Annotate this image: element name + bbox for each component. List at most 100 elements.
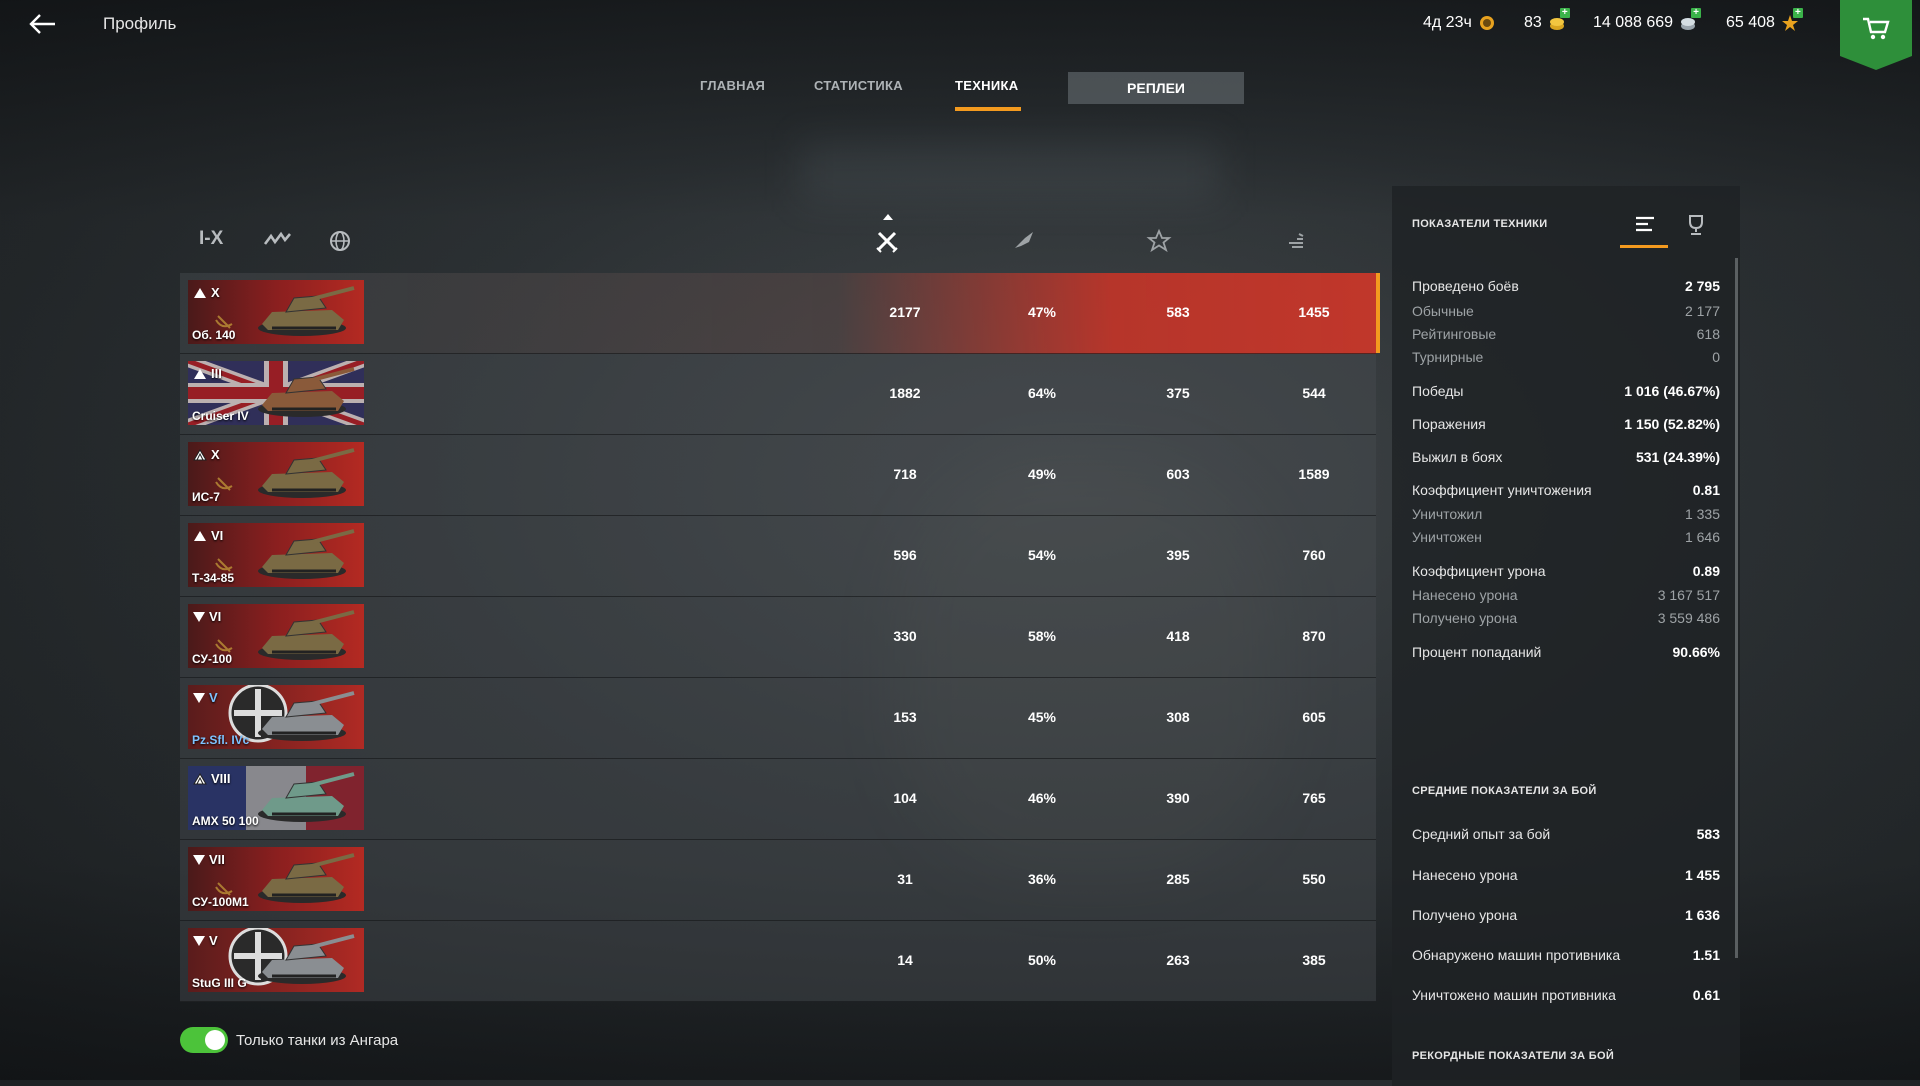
shop-button[interactable]: [1840, 0, 1912, 70]
vehicle-damage-value: 544: [1302, 385, 1326, 401]
free-xp[interactable]: 65 408 +: [1726, 8, 1803, 32]
credits[interactable]: 14 088 669 +: [1593, 8, 1702, 32]
stat-row: Коэффициент уничтожения 0.81: [1412, 482, 1720, 498]
add-credits-icon[interactable]: +: [1691, 8, 1702, 18]
vehicle-name: AMX 50 100: [192, 814, 259, 828]
toggle-knob: [205, 1030, 225, 1050]
stat-row: Выжил в боях 531 (24.39%): [1412, 449, 1720, 465]
vehicle-row[interactable]: III Cruiser IV 1882 64% 375 544: [180, 354, 1376, 435]
medium-tank-type-icon: [194, 530, 206, 541]
tab-statistics[interactable]: СТАТИСТИКА: [814, 78, 903, 93]
vehicle-xp-value: 603: [1166, 466, 1190, 482]
vehicle-thumbnail: V Pz.Sfl. IVc: [188, 685, 364, 749]
free-xp-value: 65 408: [1726, 14, 1775, 31]
stat-value: 618: [1696, 326, 1720, 342]
tab-replays[interactable]: РЕПЛЕИ: [1068, 72, 1244, 104]
premium-time[interactable]: 4д 23ч: [1423, 14, 1496, 32]
vehicle-row[interactable]: V Pz.Sfl. IVc 153 45% 308 605: [180, 678, 1376, 759]
stat-row: Проведено боёв 2 795: [1412, 278, 1720, 294]
stat-label: Поражения: [1412, 416, 1486, 432]
tab-vehicles[interactable]: ТЕХНИКА: [955, 78, 1018, 93]
vehicle-tier: VI: [209, 609, 222, 624]
battles-column-crossed-swords-icon[interactable]: [874, 228, 900, 254]
vehicle-winrate-value: 58%: [1027, 628, 1057, 644]
stat-value: 0.89: [1692, 563, 1720, 579]
vehicle-damage-value: 1455: [1298, 304, 1330, 320]
stat-row: Обычные 2 177: [1412, 303, 1720, 319]
free-xp-star-icon: +: [1781, 8, 1803, 32]
tab-main[interactable]: ГЛАВНАЯ: [700, 78, 765, 93]
vehicle-tier: X: [211, 285, 220, 300]
vehicle-battles-value: 104: [893, 790, 917, 806]
vehicle-row[interactable]: VI СУ-100 330 58% 418 870: [180, 597, 1376, 678]
vehicle-battles-value: 2177: [889, 304, 921, 320]
vehicle-type-filter-icon[interactable]: [262, 228, 291, 254]
vehicle-damage-value: 1589: [1298, 466, 1330, 482]
vehicle-thumbnail: III Cruiser IV: [188, 361, 364, 425]
medium-tank-type-icon: [194, 368, 206, 379]
back-arrow-icon[interactable]: [28, 12, 58, 36]
vehicle-battles-value: 330: [893, 628, 917, 644]
stat-value: 0.81: [1692, 482, 1720, 498]
tank-image: [242, 932, 362, 992]
hangar-only-toggle[interactable]: [180, 1027, 228, 1053]
vehicle-tier-badge: VI: [192, 528, 223, 543]
avg-stat-row: Получено урона 1 636: [1412, 907, 1720, 923]
vehicle-tier-badge: III: [192, 366, 222, 381]
stat-row: Процент попаданий 90.66%: [1412, 644, 1720, 660]
vehicle-xp-value: 375: [1166, 385, 1190, 401]
tier-filter[interactable]: I-X: [199, 228, 223, 250]
stat-label: Турнирные: [1412, 349, 1484, 365]
tank-image: [242, 527, 362, 587]
vehicle-table: X Об. 140 2177 47% 583 1455 III Cruiser IV 1882 6…: [180, 273, 1380, 1002]
vehicle-winrate-value: 36%: [1027, 871, 1057, 887]
add-free-xp-icon[interactable]: +: [1792, 8, 1803, 18]
vehicle-xp-value: 418: [1166, 628, 1190, 644]
vehicle-row[interactable]: VII СУ-100М1 31 36% 285 550: [180, 840, 1376, 921]
vehicle-tier: III: [211, 366, 222, 381]
stat-label: Получено урона: [1412, 610, 1518, 626]
tank-image: [242, 365, 362, 425]
nation-filter-globe-icon[interactable]: [327, 228, 353, 254]
add-gold-icon[interactable]: +: [1559, 8, 1570, 18]
vehicle-thumbnail: VIII AMX 50 100: [188, 766, 364, 830]
stat-value: 3 167 517: [1657, 587, 1720, 603]
vehicle-damage-value: 605: [1302, 709, 1326, 725]
vehicle-row[interactable]: X Об. 140 2177 47% 583 1455: [180, 273, 1380, 354]
vehicle-stats-panel: ПОКАЗАТЕЛИ ТЕХНИКИ Проведено боёв 2 795 Об…: [1392, 186, 1740, 1086]
vehicle-row[interactable]: X ИС-7 718 49% 603 1589: [180, 435, 1376, 516]
stat-value: 1 636: [1684, 907, 1720, 923]
vehicle-thumbnail: VII СУ-100М1: [188, 847, 364, 911]
vehicle-row[interactable]: VI Т-34-85 596 54% 395 760: [180, 516, 1376, 597]
stat-value: 583: [1696, 826, 1720, 842]
panel-scrollbar[interactable]: [1735, 258, 1738, 958]
vehicle-name: Cruiser IV: [192, 409, 249, 423]
winrate-column-wing-icon[interactable]: [1011, 228, 1037, 254]
premium-time-value: 4д 23ч: [1423, 14, 1472, 31]
page-title: Профиль: [103, 14, 177, 33]
vehicle-winrate-value: 47%: [1027, 304, 1057, 320]
vehicle-battles-value: 31: [897, 871, 913, 887]
stat-row: Рейтинговые 618: [1412, 326, 1720, 342]
tank-destroyer-type-icon: [193, 854, 205, 865]
vehicle-battles-value: 153: [893, 709, 917, 725]
avg-xp-column-star-icon[interactable]: [1146, 228, 1172, 254]
vehicle-row[interactable]: V StuG III G 14 50% 263 385: [180, 921, 1376, 1002]
stat-value: 0.61: [1692, 987, 1720, 1003]
panel-tab-trophy-icon[interactable]: [1676, 210, 1716, 240]
tank-image: [242, 689, 362, 749]
vehicle-winrate-value: 49%: [1027, 466, 1057, 482]
credits-icon: +: [1679, 8, 1702, 32]
sort-indicator-icon: [883, 214, 893, 220]
stat-label: Уничтожен: [1412, 529, 1482, 545]
tank-destroyer-type-icon: [193, 692, 205, 703]
avg-damage-column-shell-icon[interactable]: [1283, 228, 1309, 254]
panel-tab-stats-list-icon[interactable]: [1620, 210, 1668, 248]
vehicle-row[interactable]: VIII AMX 50 100 104 46% 390 765: [180, 759, 1376, 840]
stat-label: Получено урона: [1412, 907, 1518, 923]
stat-label: Средний опыт за бой: [1412, 826, 1551, 842]
vehicle-winrate-value: 46%: [1027, 790, 1057, 806]
gold[interactable]: 83 +: [1524, 8, 1570, 32]
stat-row: Победы 1 016 (46.67%): [1412, 383, 1720, 399]
vehicle-name: ИС-7: [192, 490, 220, 504]
